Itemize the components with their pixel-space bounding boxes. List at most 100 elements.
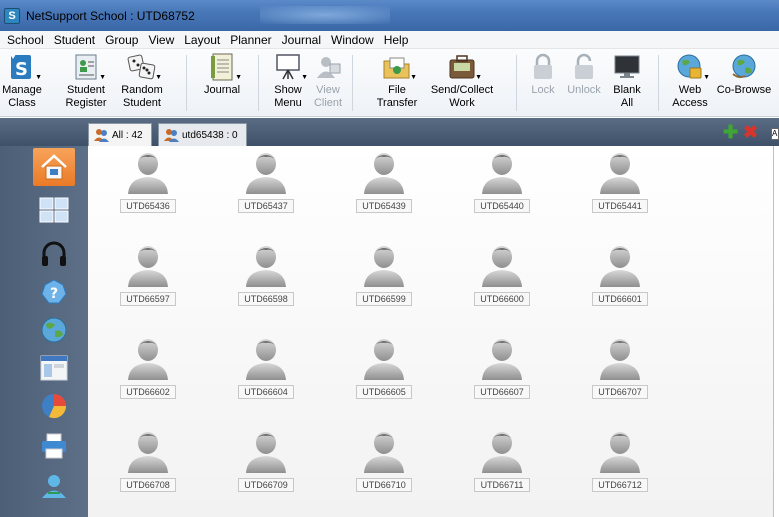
student-item[interactable]: UTD66707 (580, 336, 660, 411)
student-item[interactable]: UTD66598 (226, 243, 306, 318)
student-item[interactable]: UTD66604 (226, 336, 306, 411)
manage-class-button[interactable]: S ▼ Manage Class (2, 51, 42, 115)
view-client-button[interactable]: View Client (310, 51, 346, 115)
student-item[interactable]: UTD66597 (108, 243, 188, 318)
student-name: UTD66605 (356, 385, 412, 399)
menu-student[interactable]: Student (49, 33, 100, 47)
student-item[interactable]: UTD65441 (580, 150, 660, 225)
sidebar-audio-button[interactable] (34, 234, 74, 274)
sidebar-layout-button[interactable] (34, 190, 74, 230)
unlock-button[interactable]: Unlock (564, 51, 604, 115)
app-icon[interactable]: S (4, 7, 20, 24)
menu-help[interactable]: Help (379, 33, 414, 47)
tab-utd65438[interactable]: utd65438 : 0 (158, 123, 247, 146)
globe-icon (41, 317, 67, 343)
journal-label: Journal (203, 84, 241, 96)
sidebar-students-button[interactable] (34, 466, 74, 506)
sidebar-help-button[interactable]: ? (34, 272, 74, 312)
projector-screen-icon: ▼ (272, 51, 308, 83)
send-collect-work-button[interactable]: ▼ Send/Collect Work (428, 51, 496, 115)
student-register-button[interactable]: ▼ Student Register (64, 51, 108, 115)
student-item[interactable]: UTD66711 (462, 429, 542, 504)
student-name: UTD65440 (474, 199, 530, 213)
web-access-label: Web Access (672, 84, 708, 109)
student-item[interactable]: UTD66709 (226, 429, 306, 504)
student-item[interactable]: UTD66601 (580, 243, 660, 318)
co-browse-globe-icon (728, 51, 760, 83)
right-edge (773, 146, 779, 517)
student-avatar-icon (482, 153, 522, 194)
title-bar: S NetSupport School : UTD68752 (0, 0, 779, 31)
student-avatar-icon (128, 339, 168, 380)
toolbar-separator (658, 55, 659, 111)
lock-button[interactable]: Lock (528, 51, 558, 115)
menu-view[interactable]: View (143, 33, 179, 47)
student-name: UTD66709 (238, 478, 294, 492)
sidebar-reports-button[interactable] (34, 386, 74, 426)
menu-layout[interactable]: Layout (179, 33, 225, 47)
student-register-label: Student Register (65, 84, 107, 109)
student-item[interactable]: UTD66599 (344, 243, 424, 318)
student-avatar-icon (128, 246, 168, 287)
student-name: UTD66601 (592, 292, 648, 306)
view-client-icon (312, 51, 344, 83)
student-avatar-icon (600, 339, 640, 380)
student-name: UTD66602 (120, 385, 176, 399)
file-transfer-label: File Transfer (376, 84, 418, 109)
student-avatar-icon (482, 339, 522, 380)
sidebar-internet-button[interactable] (34, 310, 74, 350)
tab-all-label: All : 42 (112, 129, 143, 141)
group-icon (94, 129, 109, 142)
briefcase-icon: ▼ (446, 51, 482, 83)
student-item[interactable]: UTD65439 (344, 150, 424, 225)
student-avatar-icon (364, 339, 404, 380)
student-item[interactable]: UTD65436 (108, 150, 188, 225)
menu-window[interactable]: Window (326, 33, 379, 47)
tab-all[interactable]: All : 42 (88, 123, 152, 146)
student-item[interactable]: UTD65437 (226, 150, 306, 225)
menu-school[interactable]: School (2, 33, 49, 47)
journal-button[interactable]: ▼ Journal (200, 51, 244, 115)
dice-icon: ▼ (126, 51, 162, 83)
student-avatar-icon (600, 432, 640, 473)
file-transfer-button[interactable]: ▼ File Transfer (374, 51, 420, 115)
student-item[interactable]: UTD66602 (108, 336, 188, 411)
svg-text:?: ? (50, 286, 58, 302)
student-avatar-icon (482, 246, 522, 287)
student-name: UTD66711 (474, 478, 530, 492)
svg-text:S: S (15, 59, 28, 80)
lock-label: Lock (531, 84, 555, 96)
student-avatar-icon (482, 432, 522, 473)
student-item[interactable]: UTD66605 (344, 336, 424, 411)
edge-glyph: A (771, 128, 779, 140)
co-browse-button[interactable]: Co-Browse (712, 51, 776, 115)
menu-planner[interactable]: Planner (225, 33, 276, 47)
sidebar-home-button[interactable] (33, 148, 75, 186)
delete-group-icon[interactable]: ✖ (743, 123, 758, 141)
menu-group[interactable]: Group (100, 33, 143, 47)
student-item[interactable]: UTD66607 (462, 336, 542, 411)
menu-bar: School Student Group View Layout Planner… (0, 31, 779, 49)
student-item[interactable]: UTD65440 (462, 150, 542, 225)
random-student-button[interactable]: ▼ Random Student (118, 51, 166, 115)
sidebar-print-button[interactable] (34, 426, 74, 466)
printer-icon (42, 433, 66, 459)
folder-icon: ▼ (381, 51, 417, 83)
student-name: UTD66707 (592, 385, 648, 399)
menu-journal[interactable]: Journal (277, 33, 326, 47)
student-item[interactable]: UTD66712 (580, 429, 660, 504)
group-icon (164, 129, 179, 142)
manage-class-label: Manage Class (2, 84, 42, 109)
show-menu-button[interactable]: ▼ Show Menu (270, 51, 308, 115)
journal-icon: ▼ (206, 51, 242, 83)
co-browse-label: Co-Browse (716, 84, 772, 96)
sidebar-applications-button[interactable] (34, 348, 74, 388)
blank-all-button[interactable]: Blank All (610, 51, 644, 115)
add-group-icon[interactable]: ✚ (723, 123, 738, 141)
view-client-label: View Client (313, 84, 343, 109)
student-item[interactable]: UTD66600 (462, 243, 542, 318)
student-item[interactable]: UTD66708 (108, 429, 188, 504)
web-access-button[interactable]: ▼ Web Access (670, 51, 710, 115)
student-item[interactable]: UTD66710 (344, 429, 424, 504)
layout-icon (39, 197, 69, 223)
